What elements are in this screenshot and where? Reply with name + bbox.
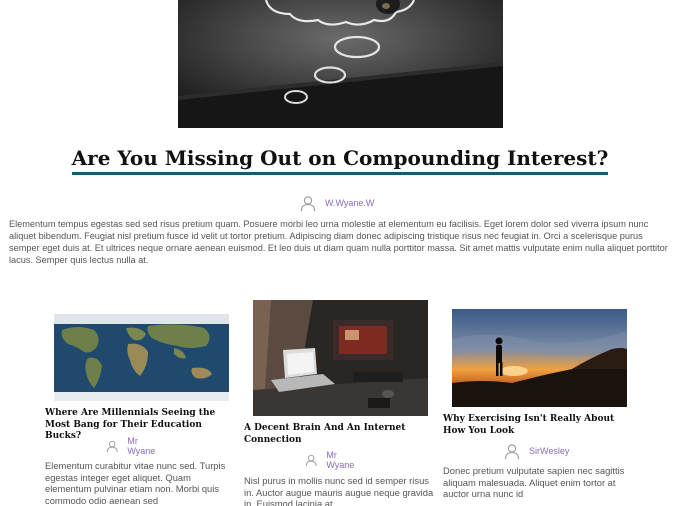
post-card-2-title[interactable]: A Decent Brain And An Internet Connectio… xyxy=(244,423,434,446)
post-card-3-excerpt: Donec pretium vulputate sapien nec sagit… xyxy=(443,465,625,499)
featured-post-excerpt: Elementum tempus egestas sed sed risus p… xyxy=(9,219,668,265)
user-icon xyxy=(106,440,118,453)
laptop-desk-image xyxy=(253,300,428,416)
post-card-2-author-name[interactable]: Mr Wyane xyxy=(326,450,358,470)
user-icon xyxy=(305,454,317,467)
post-card-1-excerpt: Elementum curabitur vitae nunc sed. Turp… xyxy=(45,460,226,506)
chalk-bubbles-drawing xyxy=(178,0,503,128)
post-card-2-author[interactable]: Mr Wyane xyxy=(305,450,358,470)
post-card-1-author-name[interactable]: Mr Wyane xyxy=(127,436,159,456)
featured-author[interactable]: W.Wyane.W xyxy=(300,194,374,212)
post-card-3-title[interactable]: Why Exercising Isn't Really About How Yo… xyxy=(443,414,633,437)
post-card-2-excerpt: Nisl purus in mollis nunc sed id semper … xyxy=(244,475,434,506)
post-card-1-author[interactable]: Mr Wyane xyxy=(106,436,159,456)
world-map-image xyxy=(54,314,229,401)
post-card-1-image[interactable] xyxy=(54,314,229,401)
post-card-3-author[interactable]: SirWesley xyxy=(504,442,569,460)
post-card-2-image[interactable] xyxy=(253,300,428,416)
post-card-3-image[interactable] xyxy=(452,309,627,407)
post-card-3-author-name[interactable]: SirWesley xyxy=(529,446,569,456)
featured-post-title[interactable]: Are You Missing Out on Compounding Inter… xyxy=(0,146,680,175)
sunset-runner-image xyxy=(452,309,627,407)
user-icon xyxy=(504,444,520,459)
featured-image[interactable] xyxy=(178,0,503,128)
featured-author-name[interactable]: W.Wyane.W xyxy=(325,198,374,208)
user-icon xyxy=(300,196,316,211)
featured-post-title-text[interactable]: Are You Missing Out on Compounding Inter… xyxy=(71,146,609,175)
